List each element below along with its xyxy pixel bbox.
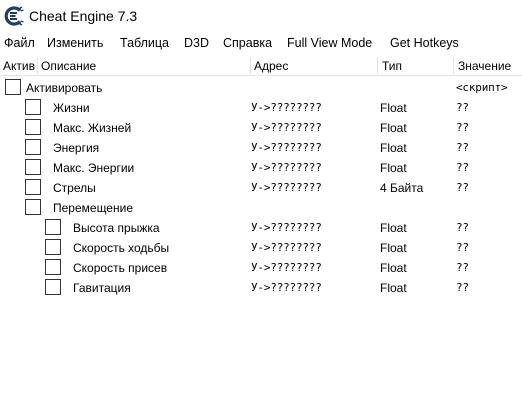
menu-get-hotkeys[interactable]: Get Hotkeys [390,35,459,51]
menu-full-view-mode[interactable]: Full View Mode [287,35,372,51]
header-type[interactable]: Тип [382,59,402,73]
entry-description: Скорость присев [73,261,168,275]
column-separator[interactable] [377,57,378,74]
table-row[interactable]: Стрелы У->???????? 4 Байта?? [0,178,522,198]
entry-description: Макс. Жизней [53,121,132,135]
entry-address: У->???????? [251,241,322,254]
menu-help[interactable]: Справка [223,35,272,51]
entry-address: У->???????? [251,281,322,294]
menu-bar: Файл Изменить Таблица D3D Справка Full V… [0,33,522,53]
entry-address: У->???????? [251,101,322,114]
table-header: Актив Описание Адрес Тип Значение [0,56,522,76]
entry-address: У->???????? [251,141,322,154]
entry-description: Гавитация [73,281,131,295]
entry-type: Float [380,281,407,295]
active-checkbox[interactable] [25,119,41,135]
active-checkbox[interactable] [25,199,41,215]
active-checkbox[interactable] [5,79,21,95]
active-checkbox[interactable] [45,279,61,295]
entry-value: ?? [456,101,469,114]
entry-value: ?? [456,281,469,294]
title-bar: Cheat Engine 7.3 [0,0,522,32]
header-active[interactable]: Актив [3,59,35,73]
header-value[interactable]: Значение [458,59,511,73]
entry-value: ?? [456,241,469,254]
active-checkbox[interactable] [45,259,61,275]
window-title: Cheat Engine 7.3 [29,8,138,24]
table-row[interactable]: Активировать <скрипт> [0,78,522,98]
menu-d3d[interactable]: D3D [184,35,209,51]
entry-address: У->???????? [251,181,322,194]
entry-value: ?? [456,261,469,274]
entry-type: Float [380,101,407,115]
table-row[interactable]: Макс. Жизней У->???????? Float?? [0,118,522,138]
table-row[interactable]: Энергия У->???????? Float?? [0,138,522,158]
entry-description: Жизни [53,101,90,115]
active-checkbox[interactable] [25,99,41,115]
active-checkbox[interactable] [45,219,61,235]
entry-description: Энергия [53,141,100,155]
column-separator[interactable] [250,57,251,74]
column-separator[interactable] [37,57,38,74]
table-row[interactable]: Перемещение [0,198,522,218]
entry-address: У->???????? [251,221,322,234]
entry-value: ?? [456,121,469,134]
entry-description: Макс. Энергии [53,161,135,175]
header-description[interactable]: Описание [41,59,96,73]
entry-value: ?? [456,161,469,174]
entry-type: Float [380,261,407,275]
column-separator[interactable] [453,57,454,74]
menu-edit[interactable]: Изменить [47,35,103,51]
header-address[interactable]: Адрес [254,59,288,73]
entry-type: Float [380,221,407,235]
entry-type: 4 Байта [380,181,424,195]
table-row[interactable]: Гавитация У->???????? Float?? [0,278,522,298]
entry-type: Float [380,241,407,255]
entry-address: У->???????? [251,121,322,134]
entry-address: У->???????? [251,261,322,274]
active-checkbox[interactable] [25,159,41,175]
table-row[interactable]: Макс. Энергии У->???????? Float?? [0,158,522,178]
menu-table[interactable]: Таблица [120,35,169,51]
entry-description: Скорость ходьбы [73,241,170,255]
active-checkbox[interactable] [25,139,41,155]
table-row[interactable]: Жизни У->???????? Float?? [0,98,522,118]
entry-description: Высота прыжка [73,221,160,235]
active-checkbox[interactable] [25,179,41,195]
entry-address: У->???????? [251,161,322,174]
entry-type: Float [380,161,407,175]
entry-type: Float [380,121,407,135]
table-row[interactable]: Высота прыжка У->???????? Float?? [0,218,522,238]
entry-value: ?? [456,221,469,234]
menu-file[interactable]: Файл [4,35,35,51]
active-checkbox[interactable] [45,239,61,255]
table-row[interactable]: Скорость ходьбы У->???????? Float?? [0,238,522,258]
entry-value: ?? [456,141,469,154]
entry-description: Активировать [26,81,103,95]
cheat-engine-logo-icon [4,6,24,26]
entry-description: Стрелы [53,181,96,195]
entry-value: <скрипт> [456,81,508,94]
entry-value: ?? [456,181,469,194]
table-row[interactable]: Скорость присев У->???????? Float?? [0,258,522,278]
entry-type: Float [380,141,407,155]
entry-description: Перемещение [53,201,133,215]
